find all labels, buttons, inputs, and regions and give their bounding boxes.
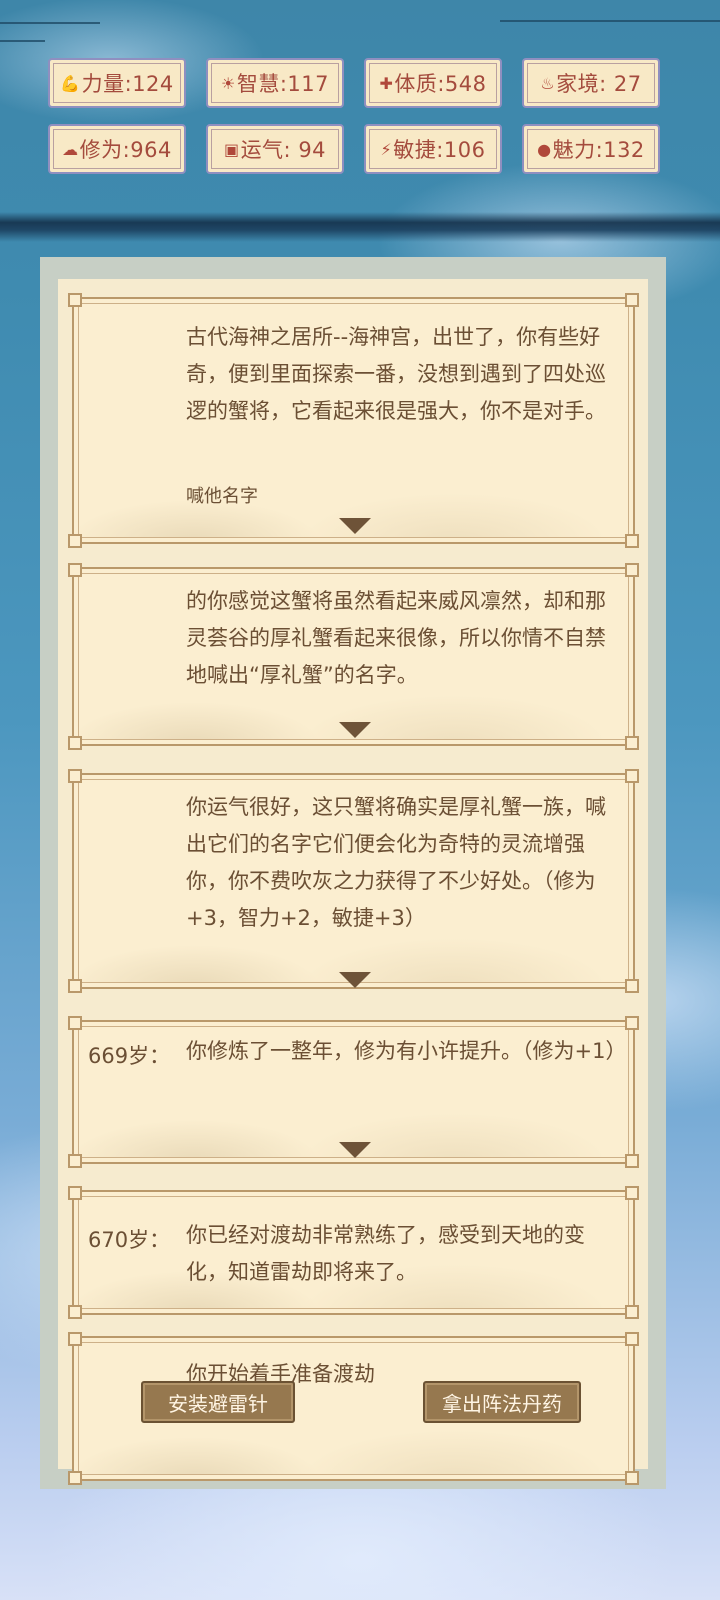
luck-icon: ▣ bbox=[223, 139, 240, 159]
event-text: 你修炼了一整年，修为有小许提升。（修为+1） bbox=[186, 1039, 627, 1063]
strength-icon: 💪 bbox=[60, 73, 81, 93]
expand-arrow-icon[interactable] bbox=[339, 722, 371, 738]
stat-constitution: ✚ 体质:548 bbox=[364, 58, 502, 108]
stat-label: 家境: 27 bbox=[556, 72, 642, 96]
expand-arrow-icon[interactable] bbox=[339, 1142, 371, 1158]
expand-arrow-icon[interactable] bbox=[339, 518, 371, 534]
stat-agility: ⚡ 敏捷:106 bbox=[364, 124, 502, 174]
install-lightning-rod-button[interactable]: 安装避雷针 bbox=[141, 1381, 295, 1423]
event-text: 你已经对渡劫非常熟练了，感受到天地的变化，知道雷劫即将来了。 bbox=[186, 1223, 585, 1284]
event-age: 670岁： bbox=[88, 1228, 171, 1252]
cloud-decor-line bbox=[500, 20, 720, 22]
stat-label: 体质:548 bbox=[394, 72, 487, 96]
cultivation-icon: ☁ bbox=[62, 139, 79, 159]
event-text: 你运气很好，这只蟹将确实是厚礼蟹一族，喊出它们的名字它们便会化为奇特的灵流增强你… bbox=[186, 795, 606, 930]
stat-label: 运气: 94 bbox=[240, 138, 327, 162]
stat-family: ♨ 家境: 27 bbox=[522, 58, 660, 108]
event-text: 的你感觉这蟹将虽然看起来威风凛然，却和那灵荟谷的厚礼蟹看起来很像，所以你情不自禁… bbox=[186, 589, 606, 687]
constitution-icon: ✚ bbox=[379, 73, 394, 93]
event-text: 古代海神之居所--海神宫，出世了，你有些好奇，便到里面探索一番，没想到遇到了四处… bbox=[186, 325, 606, 423]
stat-label: 力量:124 bbox=[81, 72, 174, 96]
event-option-call-name[interactable]: 喊他名字 bbox=[186, 482, 258, 508]
ink-brush-divider bbox=[0, 212, 720, 242]
stat-strength: 💪 力量:124 bbox=[48, 58, 186, 108]
event-age: 669岁： bbox=[88, 1044, 171, 1068]
family-icon: ♨ bbox=[540, 73, 556, 93]
stat-label: 魅力:132 bbox=[552, 138, 645, 162]
cloud-decor-line bbox=[0, 40, 45, 42]
stat-luck: ▣ 运气: 94 bbox=[206, 124, 344, 174]
stats-grid: 💪 力量:124 ☀ 智慧:117 ✚ 体质:548 ♨ 家境: 27 ☁ 修为… bbox=[48, 58, 672, 174]
stat-label: 修为:964 bbox=[79, 138, 172, 162]
take-out-formation-pill-button[interactable]: 拿出阵法丹药 bbox=[423, 1381, 581, 1423]
stat-wisdom: ☀ 智慧:117 bbox=[206, 58, 344, 108]
stat-label: 智慧:117 bbox=[236, 72, 329, 96]
stat-label: 敏捷:106 bbox=[393, 138, 486, 162]
stat-charm: ● 魅力:132 bbox=[522, 124, 660, 174]
cloud-decor-line bbox=[0, 22, 100, 24]
charm-icon: ● bbox=[537, 139, 552, 159]
wisdom-icon: ☀ bbox=[220, 73, 236, 93]
stat-cultivation: ☁ 修为:964 bbox=[48, 124, 186, 174]
expand-arrow-icon[interactable] bbox=[339, 972, 371, 988]
agility-icon: ⚡ bbox=[380, 139, 393, 159]
